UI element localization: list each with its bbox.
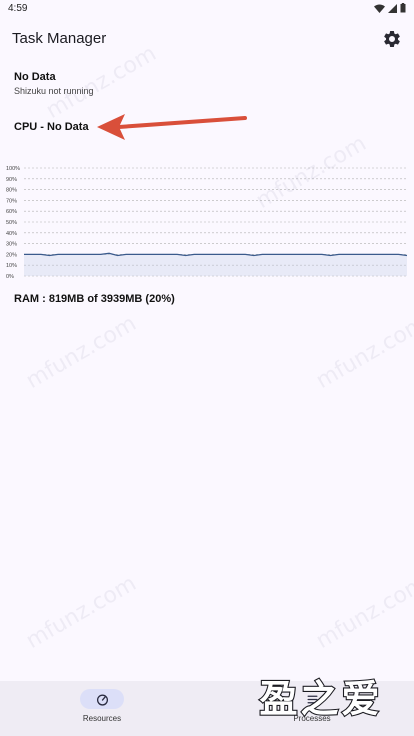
status-bar: 4:59 bbox=[0, 0, 414, 18]
cpu-label: CPU - No Data bbox=[14, 121, 89, 133]
nav-label-resources: Resources bbox=[82, 714, 122, 723]
shizuku-subtitle: Shizuku not running bbox=[14, 86, 94, 96]
y-tick-label: 50% bbox=[6, 220, 17, 226]
signal-icon bbox=[388, 3, 397, 13]
status-time: 4:59 bbox=[8, 3, 28, 14]
logo-text: 盈之爱 bbox=[259, 677, 382, 720]
watermark: mfunz.com bbox=[311, 311, 414, 394]
y-tick-label: 10% bbox=[6, 263, 17, 269]
app-bar: Task Manager bbox=[0, 18, 414, 60]
app-title: Task Manager bbox=[12, 30, 107, 47]
nav-item-resources[interactable]: Resources bbox=[52, 689, 152, 733]
wifi-icon bbox=[374, 4, 385, 13]
gear-icon bbox=[384, 30, 400, 47]
y-tick-label: 90% bbox=[6, 177, 17, 183]
y-tick-label: 30% bbox=[6, 242, 17, 248]
status-icons bbox=[374, 3, 406, 13]
y-tick-label: 40% bbox=[6, 231, 17, 237]
shizuku-title: No Data bbox=[14, 71, 56, 83]
ram-label: RAM : 819MB of 3939MB (20%) bbox=[14, 293, 175, 305]
shizuku-status: No Data Shizuku not running bbox=[14, 71, 94, 96]
watermark: mfunz.com bbox=[21, 571, 141, 654]
y-tick-label: 100% bbox=[6, 166, 20, 172]
battery-icon bbox=[400, 3, 406, 13]
y-tick-label: 60% bbox=[6, 209, 17, 215]
y-tick-label: 0% bbox=[6, 274, 14, 278]
annotation-arrow-icon bbox=[97, 114, 247, 140]
watermark: mfunz.com bbox=[21, 311, 141, 394]
site-logo: 盈之爱 bbox=[258, 676, 382, 720]
settings-button[interactable] bbox=[382, 29, 402, 49]
y-tick-label: 80% bbox=[6, 188, 17, 194]
gauge-icon bbox=[96, 694, 108, 706]
watermark: mfunz.com bbox=[311, 571, 414, 654]
ram-series-area bbox=[24, 253, 407, 276]
y-tick-label: 20% bbox=[6, 252, 17, 258]
y-tick-label: 70% bbox=[6, 198, 17, 204]
nav-pill-active bbox=[80, 689, 124, 709]
ram-usage-chart: 0% 10% 20% 30% 40% 50% 60% 70% 80% 90% 100% bbox=[6, 166, 408, 278]
